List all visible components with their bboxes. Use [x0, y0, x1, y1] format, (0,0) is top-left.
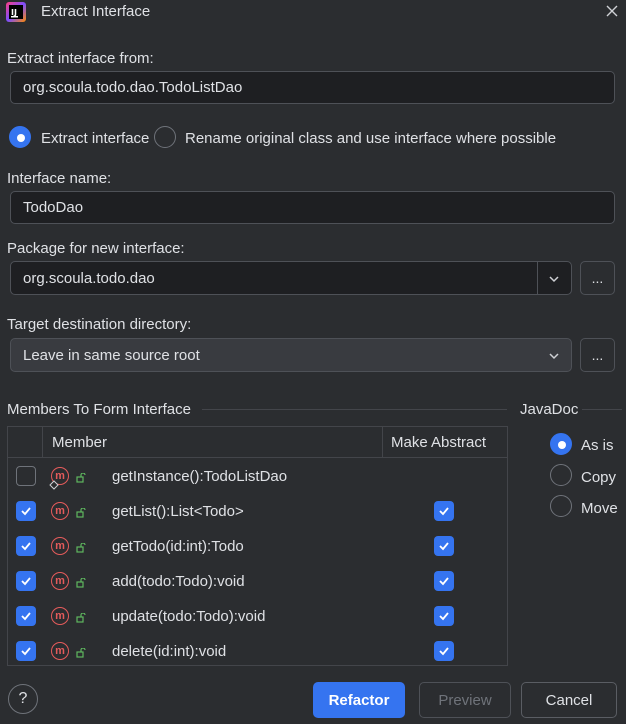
member-signature: update(todo:Todo):void	[112, 608, 266, 625]
method-icon: m	[51, 502, 69, 520]
chevron-down-icon[interactable]	[547, 272, 561, 286]
member-signature: getList():List<Todo>	[112, 503, 244, 520]
package-label: Package for new interface:	[7, 240, 185, 257]
rename-original-label[interactable]: Rename original class and use interface …	[185, 130, 556, 147]
javadoc-as-is-label[interactable]: As is	[581, 437, 614, 454]
member-checkbox[interactable]	[16, 466, 36, 486]
extract-interface-label[interactable]: Extract interface	[41, 130, 149, 147]
header-make-abstract[interactable]: Make Abstract	[391, 434, 486, 451]
member-signature: getTodo(id:int):Todo	[112, 538, 244, 555]
member-checkbox[interactable]	[16, 641, 36, 661]
member-checkbox[interactable]	[16, 536, 36, 556]
make-abstract-checkbox[interactable]	[434, 641, 454, 661]
target-dir-label: Target destination directory:	[7, 316, 192, 333]
member-checkbox[interactable]	[16, 606, 36, 626]
javadoc-separator	[582, 409, 622, 410]
member-signature: add(todo:Todo):void	[112, 573, 245, 590]
public-lock-icon	[76, 505, 86, 518]
package-combo[interactable]: org.scoula.todo.dao	[10, 261, 572, 295]
public-lock-icon	[76, 610, 86, 623]
svg-text:IJ: IJ	[11, 8, 17, 17]
public-lock-icon	[76, 575, 86, 588]
javadoc-as-is-radio[interactable]	[550, 433, 572, 455]
make-abstract-checkbox[interactable]	[434, 571, 454, 591]
javadoc-move-label[interactable]: Move	[581, 500, 618, 517]
window-title: Extract Interface	[41, 3, 151, 20]
static-overlay-icon	[49, 477, 59, 490]
interface-name-label: Interface name:	[7, 170, 112, 187]
method-icon: m	[51, 642, 69, 660]
chevron-down-icon[interactable]	[547, 349, 561, 363]
extract-from-value: org.scoula.todo.dao.TodoListDao	[23, 79, 243, 96]
table-row[interactable]: m getList():List<Todo>	[8, 494, 507, 529]
close-icon[interactable]	[604, 3, 620, 19]
method-icon: m	[51, 607, 69, 625]
interface-name-input[interactable]: TodoDao	[10, 191, 615, 224]
package-browse-button[interactable]: ...	[580, 261, 615, 295]
members-section-separator	[202, 409, 507, 410]
javadoc-copy-label[interactable]: Copy	[581, 469, 616, 486]
header-member[interactable]: Member	[52, 434, 107, 451]
public-lock-icon	[76, 645, 86, 658]
table-header: Member Make Abstract	[8, 427, 507, 458]
public-lock-icon	[76, 540, 86, 553]
method-icon: m	[51, 537, 69, 555]
javadoc-move-radio[interactable]	[550, 495, 572, 517]
member-checkbox[interactable]	[16, 501, 36, 521]
target-dir-value: Leave in same source root	[23, 346, 200, 364]
member-checkbox[interactable]	[16, 571, 36, 591]
members-section-title: Members To Form Interface	[7, 401, 191, 418]
make-abstract-checkbox[interactable]	[434, 606, 454, 626]
extract-interface-radio[interactable]	[9, 126, 31, 148]
preview-button: Preview	[419, 682, 511, 718]
make-abstract-checkbox[interactable]	[434, 536, 454, 556]
header-col-divider	[382, 427, 383, 458]
extract-from-field: org.scoula.todo.dao.TodoListDao	[10, 71, 615, 104]
table-row[interactable]: m add(todo:Todo):void	[8, 564, 507, 599]
javadoc-title: JavaDoc	[520, 401, 579, 418]
help-button[interactable]: ?	[8, 684, 38, 714]
make-abstract-checkbox[interactable]	[434, 501, 454, 521]
target-dir-browse-button[interactable]: ...	[580, 338, 615, 372]
table-row[interactable]: m delete(id:int):void	[8, 634, 507, 665]
refactor-button[interactable]: Refactor	[313, 682, 405, 718]
table-row[interactable]: m getInstance():TodoListDao	[8, 459, 507, 494]
header-col-divider	[42, 427, 43, 458]
cancel-button[interactable]: Cancel	[521, 682, 617, 718]
public-lock-icon	[76, 470, 86, 483]
rename-original-radio[interactable]	[154, 126, 176, 148]
target-dir-combo[interactable]: Leave in same source root	[10, 338, 572, 372]
members-table: Member Make Abstract m getInstance():Tod…	[7, 426, 508, 666]
app-logo-icon: IJ	[6, 2, 26, 22]
package-divider	[537, 262, 538, 294]
extract-from-label: Extract interface from:	[7, 50, 154, 67]
member-signature: getInstance():TodoListDao	[112, 468, 288, 485]
member-signature: delete(id:int):void	[112, 643, 227, 660]
table-row[interactable]: m update(todo:Todo):void	[8, 599, 507, 634]
method-icon: m	[51, 572, 69, 590]
interface-name-value: TodoDao	[23, 199, 84, 216]
table-row[interactable]: m getTodo(id:int):Todo	[8, 529, 507, 564]
package-value: org.scoula.todo.dao	[23, 269, 155, 287]
javadoc-copy-radio[interactable]	[550, 464, 572, 486]
